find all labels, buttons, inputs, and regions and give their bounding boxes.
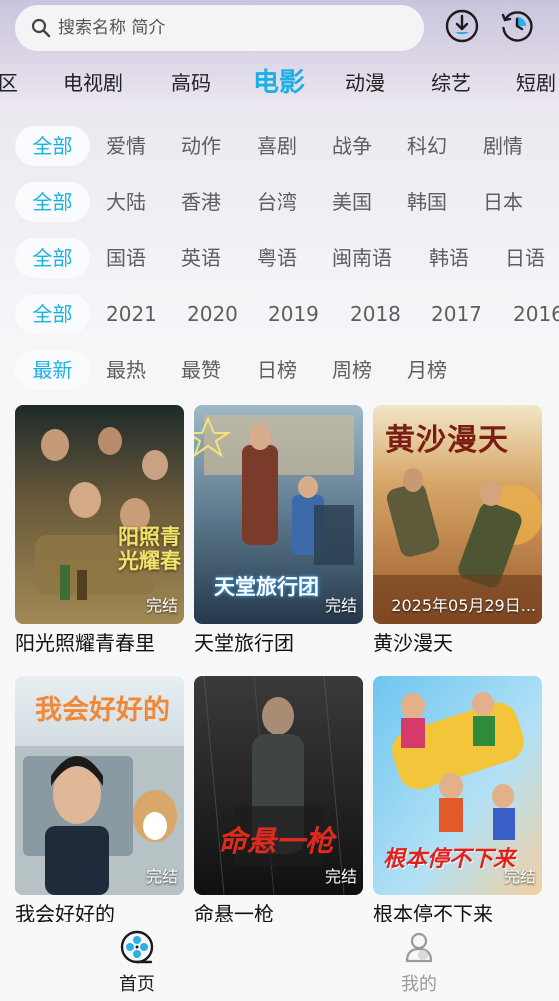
tab-high-bitrate[interactable]: 高码 — [171, 60, 211, 106]
genre-chip[interactable]: 科幻 — [407, 126, 447, 166]
movie-card[interactable]: 天堂旅行团 完结 天堂旅行团 — [194, 405, 363, 658]
year-chip[interactable]: 全部 — [15, 294, 90, 334]
movie-card[interactable]: 阳照青光耀春 完结 阳光照耀青春里 — [15, 405, 184, 658]
region-chip[interactable]: 美国 — [332, 182, 372, 222]
history-icon — [499, 8, 535, 48]
sort-chip[interactable]: 日榜 — [257, 350, 297, 390]
tab-area[interactable]: 区 — [0, 60, 18, 106]
sort-chip[interactable]: 最赞 — [181, 350, 221, 390]
genre-chip[interactable]: 爱情 — [106, 126, 146, 166]
bottom-navigation: 首页 我的 — [0, 922, 559, 1001]
sort-chip[interactable]: 最热 — [106, 350, 146, 390]
nav-home-label: 首页 — [119, 974, 155, 995]
sort-chip[interactable]: 月榜 — [407, 350, 447, 390]
movie-poster[interactable]: 我会好好的 完结 — [15, 676, 184, 895]
status-badge: 完结 — [145, 596, 178, 615]
language-chip[interactable]: 闽南语 — [332, 238, 392, 278]
genre-chip[interactable]: 战争 — [332, 126, 372, 166]
tab-tv-series[interactable]: 电视剧 — [63, 60, 123, 106]
film-reel-icon — [120, 930, 154, 964]
history-button[interactable] — [499, 10, 535, 46]
user-profile-icon — [402, 930, 436, 964]
region-chip[interactable]: 韩国 — [407, 182, 447, 222]
language-chip[interactable]: 日语 — [505, 238, 545, 278]
status-badge: 2025年05月29日... — [391, 596, 536, 615]
region-chip[interactable]: 大陆 — [106, 182, 146, 222]
movie-poster[interactable]: 命悬一枪 完结 — [194, 676, 363, 895]
search-input[interactable] — [58, 18, 388, 38]
top-bar — [0, 0, 559, 58]
movie-poster[interactable]: 根本停不下来 完结 — [373, 676, 542, 895]
region-filter-row: 全部 大陆 香港 台湾 美国 韩国 日本 — [0, 182, 559, 222]
tab-anime[interactable]: 动漫 — [345, 60, 385, 106]
download-button[interactable] — [444, 8, 480, 48]
search-bar[interactable] — [15, 5, 424, 51]
region-chip[interactable]: 日本 — [483, 182, 523, 222]
download-icon — [444, 8, 480, 48]
nav-mine-label: 我的 — [401, 974, 437, 995]
status-badge: 完结 — [145, 867, 178, 886]
nav-mine[interactable]: 我的 — [374, 930, 464, 996]
poster-title-art: 黄沙漫天 — [385, 423, 509, 458]
language-filter-row: 全部 国语 英语 粤语 闽南语 韩语 日语 — [0, 238, 559, 278]
region-chip[interactable]: 全部 — [15, 182, 90, 222]
poster-title-art: 我会好好的 — [35, 695, 170, 726]
year-chip[interactable]: 2018 — [350, 294, 401, 334]
genre-chip[interactable]: 动作 — [181, 126, 221, 166]
year-chip[interactable]: 2021 — [106, 294, 157, 334]
movie-poster[interactable]: 阳照青光耀春 完结 — [15, 405, 184, 624]
year-chip[interactable]: 2020 — [187, 294, 238, 334]
year-chip[interactable]: 2016 — [513, 294, 559, 334]
genre-chip[interactable]: 喜剧 — [257, 126, 297, 166]
genre-chip[interactable]: 剧情 — [483, 126, 523, 166]
sort-chip[interactable]: 最新 — [15, 350, 90, 390]
poster-title-art: 天堂旅行团 — [214, 575, 319, 599]
language-chip[interactable]: 粤语 — [257, 238, 297, 278]
tab-short-drama[interactable]: 短剧 — [516, 60, 556, 106]
tab-variety[interactable]: 综艺 — [431, 60, 471, 106]
movie-card[interactable]: 根本停不下来 完结 根本停不下来 — [373, 676, 542, 929]
status-badge: 完结 — [503, 867, 536, 886]
genre-filter-row: 全部 爱情 动作 喜剧 战争 科幻 剧情 — [0, 126, 559, 166]
channel-tabs: 区 电视剧 高码 电影 动漫 综艺 短剧 — [0, 60, 559, 106]
region-chip[interactable]: 台湾 — [257, 182, 297, 222]
nav-home[interactable]: 首页 — [92, 930, 182, 996]
region-chip[interactable]: 香港 — [181, 182, 221, 222]
poster-title-art: 根本停不下来 — [383, 847, 516, 872]
tab-movies[interactable]: 电影 — [253, 60, 305, 106]
language-chip[interactable]: 全部 — [15, 238, 90, 278]
poster-title-art: 命悬一枪 — [218, 824, 335, 858]
movie-title: 黄沙漫天 — [373, 631, 453, 655]
search-icon — [30, 17, 52, 39]
movie-card[interactable]: 我会好好的 完结 我会好好的 — [15, 676, 184, 929]
language-chip[interactable]: 英语 — [181, 238, 221, 278]
poster-title-art: 阳照青光耀春 — [118, 525, 181, 573]
status-badge: 完结 — [324, 596, 357, 615]
status-badge: 完结 — [324, 867, 357, 886]
genre-chip[interactable]: 全部 — [15, 126, 90, 166]
sort-chip[interactable]: 周榜 — [332, 350, 372, 390]
year-filter-row: 全部 2021 2020 2019 2018 2017 2016 — [0, 294, 559, 334]
movie-card[interactable]: 命悬一枪 完结 命悬一枪 — [194, 676, 363, 929]
movie-poster[interactable]: 黄沙漫天 2025年05月29日... — [373, 405, 542, 624]
language-chip[interactable]: 韩语 — [429, 238, 469, 278]
year-chip[interactable]: 2019 — [268, 294, 319, 334]
movie-poster[interactable]: 天堂旅行团 完结 — [194, 405, 363, 624]
sort-filter-row: 最新 最热 最赞 日榜 周榜 月榜 — [0, 350, 559, 390]
movie-title: 天堂旅行团 — [194, 631, 294, 655]
movie-card[interactable]: 黄沙漫天 2025年05月29日... 黄沙漫天 — [373, 405, 542, 658]
year-chip[interactable]: 2017 — [431, 294, 482, 334]
movie-title: 阳光照耀青春里 — [15, 631, 155, 655]
language-chip[interactable]: 国语 — [106, 238, 146, 278]
